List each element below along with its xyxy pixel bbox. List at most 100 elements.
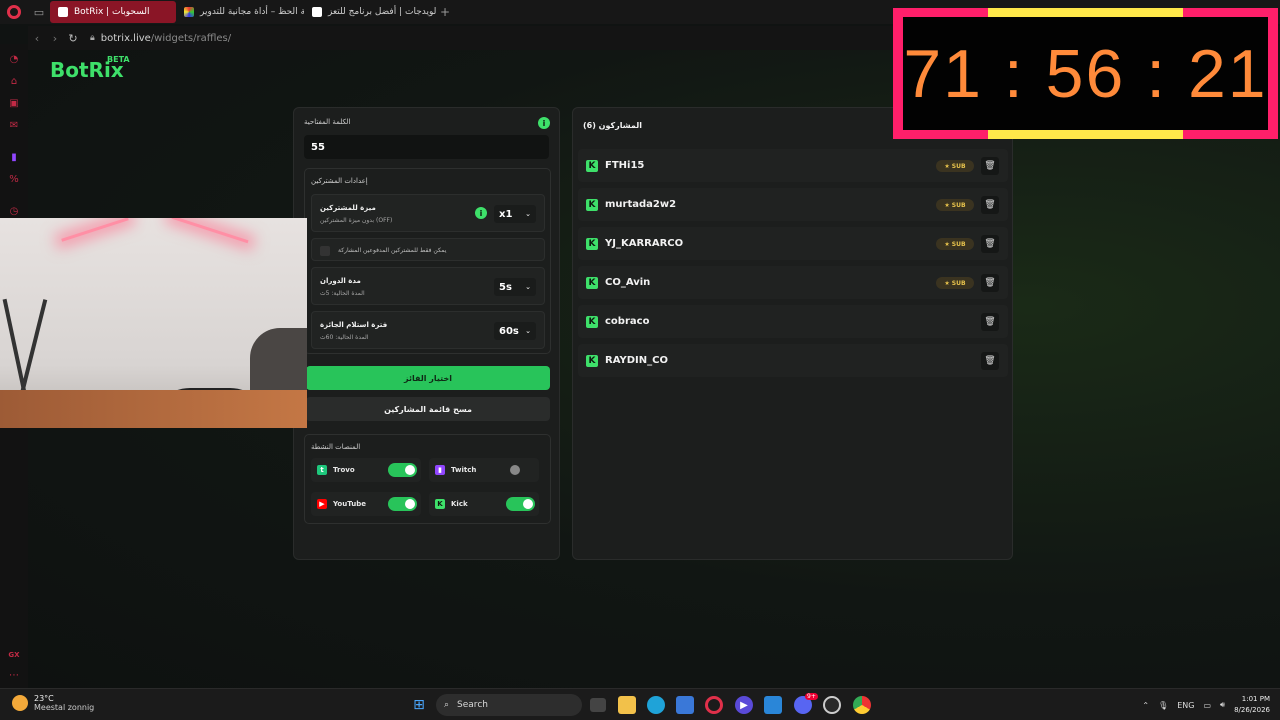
taskbar-search[interactable]: ⌕ Search: [436, 694, 582, 716]
weather-widget[interactable]: 23°C Meestal zonnig: [12, 694, 94, 712]
tab-wheel-of-fortune[interactable]: عجلة الحظ – أداة مجانية للتدوير: [176, 1, 304, 23]
participant-row: K CO_Avin ★ SUB 🗑︎: [578, 266, 1008, 299]
delete-icon[interactable]: 🗑︎: [981, 313, 999, 331]
raffle-settings-panel: الكلمة المفتاحية i 55 إعدادات المشتركين …: [293, 107, 560, 560]
botrix-favicon-icon: [312, 7, 322, 17]
spin-duration-select[interactable]: 5s ⌄: [494, 278, 536, 296]
clock[interactable]: 1:01 PM 8/26/2026: [1234, 694, 1270, 716]
spin-duration-subtitle: المدة الحالية: 5ث: [320, 290, 365, 297]
sub-badge-label: SUB: [951, 201, 966, 209]
bag-icon[interactable]: ⌂: [7, 74, 21, 88]
twitch-icon[interactable]: ▮: [7, 150, 21, 164]
participants-title: المشاركون (6): [583, 121, 643, 130]
tab-label: BotRix | السحوبات: [74, 7, 150, 17]
clock-date: 8/26/2026: [1234, 706, 1270, 714]
trovo-toggle[interactable]: [388, 463, 417, 477]
pick-winner-button[interactable]: اختيار الفائز: [306, 366, 550, 390]
botrix-logo[interactable]: BotRix BETA: [50, 55, 130, 82]
store-icon[interactable]: [676, 696, 694, 714]
sub-badge-label: SUB: [951, 279, 966, 287]
discount-icon[interactable]: %: [7, 172, 21, 186]
twitch-toggle[interactable]: [506, 463, 535, 477]
windows-start-icon[interactable]: ⊞: [410, 696, 428, 714]
language-indicator[interactable]: ENG: [1177, 701, 1194, 710]
clock-time: 1:01 PM: [1241, 695, 1270, 703]
platform-trovo: t Trovo: [311, 458, 421, 482]
kick-icon: K: [435, 499, 445, 509]
volume-icon[interactable]: 🔊︎: [1220, 700, 1225, 710]
neon-light: [61, 218, 129, 242]
new-tab-icon[interactable]: +: [436, 5, 454, 19]
participant-name: murtada2w2: [605, 199, 677, 210]
back-icon[interactable]: ‹: [28, 32, 46, 45]
sub-perk-select[interactable]: x1 ⌄: [494, 205, 536, 223]
twitch-icon: ▮: [435, 465, 445, 475]
opera-gx-icon[interactable]: [705, 696, 723, 714]
search-icon: ⌕: [444, 700, 450, 710]
chevron-down-icon: ⌄: [525, 210, 531, 218]
weather-temp: 23°C: [34, 694, 54, 703]
steam-icon[interactable]: [823, 696, 841, 714]
platform-kick: K Kick: [429, 492, 539, 516]
sub-perk-title: ميزة للمشتركين: [320, 204, 376, 212]
edge-icon[interactable]: [647, 696, 665, 714]
delete-icon[interactable]: 🗑︎: [981, 274, 999, 292]
chevron-up-icon[interactable]: ⌃: [1142, 701, 1149, 710]
delete-icon[interactable]: 🗑︎: [981, 352, 999, 370]
participant-name: FTHi15: [605, 160, 645, 171]
chrome-icon[interactable]: [853, 696, 871, 714]
kick-icon: K: [586, 159, 598, 172]
network-icon[interactable]: ▭: [1203, 701, 1211, 710]
task-view-icon[interactable]: [590, 698, 606, 712]
info-icon[interactable]: i: [475, 207, 487, 219]
lock-icon: 🔒︎: [90, 33, 95, 43]
only-subs-setting[interactable]: يمكن فقط للمشتركين المدفوعين المشاركة: [311, 238, 545, 261]
microphone-icon[interactable]: 🎙︎: [1158, 701, 1168, 710]
delete-icon[interactable]: 🗑︎: [981, 235, 999, 253]
countdown-timer: 71 : 56 : 21: [893, 8, 1278, 139]
tab-label: الويدجات | أفضل برنامج للتعز...: [328, 7, 436, 17]
timer-text: 71 : 56 : 21: [903, 35, 1268, 112]
claim-time-select[interactable]: 60s ⌄: [494, 322, 536, 340]
forward-icon[interactable]: ›: [46, 32, 64, 45]
info-icon[interactable]: i: [538, 117, 550, 129]
platform-name: Trovo: [333, 466, 355, 474]
gx-label[interactable]: GX: [7, 648, 21, 662]
keyword-label: الكلمة المفتاحية: [304, 118, 351, 126]
trovo-icon: t: [317, 465, 327, 475]
botrix-favicon-icon: [58, 7, 68, 17]
url-field[interactable]: 🔒︎ botrix.live/widgets/raffles/: [90, 33, 231, 44]
participant-row: K murtada2w2 ★ SUB 🗑︎: [578, 188, 1008, 221]
messenger-icon[interactable]: ▣: [7, 96, 21, 110]
media-player-icon[interactable]: ▶: [735, 696, 753, 714]
keyword-input[interactable]: 55: [304, 135, 549, 159]
file-explorer-icon[interactable]: [618, 696, 636, 714]
app-grid-icon[interactable]: [764, 696, 782, 714]
youtube-toggle[interactable]: [388, 497, 417, 511]
participants-panel: المشاركون (6) K FTHi15 ★ SUB 🗑︎ K murtada…: [572, 107, 1013, 560]
tab-botrix-raffles[interactable]: BotRix | السحوبات: [50, 1, 176, 23]
mail-icon[interactable]: ✉: [7, 118, 21, 132]
more-icon[interactable]: ⋯: [7, 668, 21, 682]
history-icon[interactable]: ◷: [7, 204, 21, 218]
only-subs-checkbox[interactable]: [320, 246, 330, 256]
star-icon: ★: [944, 162, 950, 170]
platform-name: YouTube: [333, 500, 366, 508]
only-subs-label: يمكن فقط للمشتركين المدفوعين المشاركة: [338, 247, 447, 254]
delete-icon[interactable]: 🗑︎: [981, 157, 999, 175]
star-icon: ★: [944, 201, 950, 209]
tab-menu-icon[interactable]: ▭: [28, 0, 50, 24]
kick-icon: K: [586, 198, 598, 211]
kick-toggle[interactable]: [506, 497, 535, 511]
clear-participants-button[interactable]: مسح قائمة المشاركين: [306, 397, 550, 421]
delete-icon[interactable]: 🗑︎: [981, 196, 999, 214]
wheel-favicon-icon: [184, 7, 194, 17]
platform-name: Twitch: [451, 466, 477, 474]
opera-logo-icon[interactable]: [0, 0, 28, 24]
reload-icon[interactable]: ↻: [64, 32, 82, 45]
speed-dial-icon[interactable]: ◔: [7, 52, 21, 66]
weather-condition: Meestal zonnig: [34, 703, 95, 712]
kick-icon: K: [586, 354, 598, 367]
tab-widgets[interactable]: الويدجات | أفضل برنامج للتعز...: [304, 1, 436, 23]
participant-name: YJ_KARRARCO: [605, 238, 684, 249]
